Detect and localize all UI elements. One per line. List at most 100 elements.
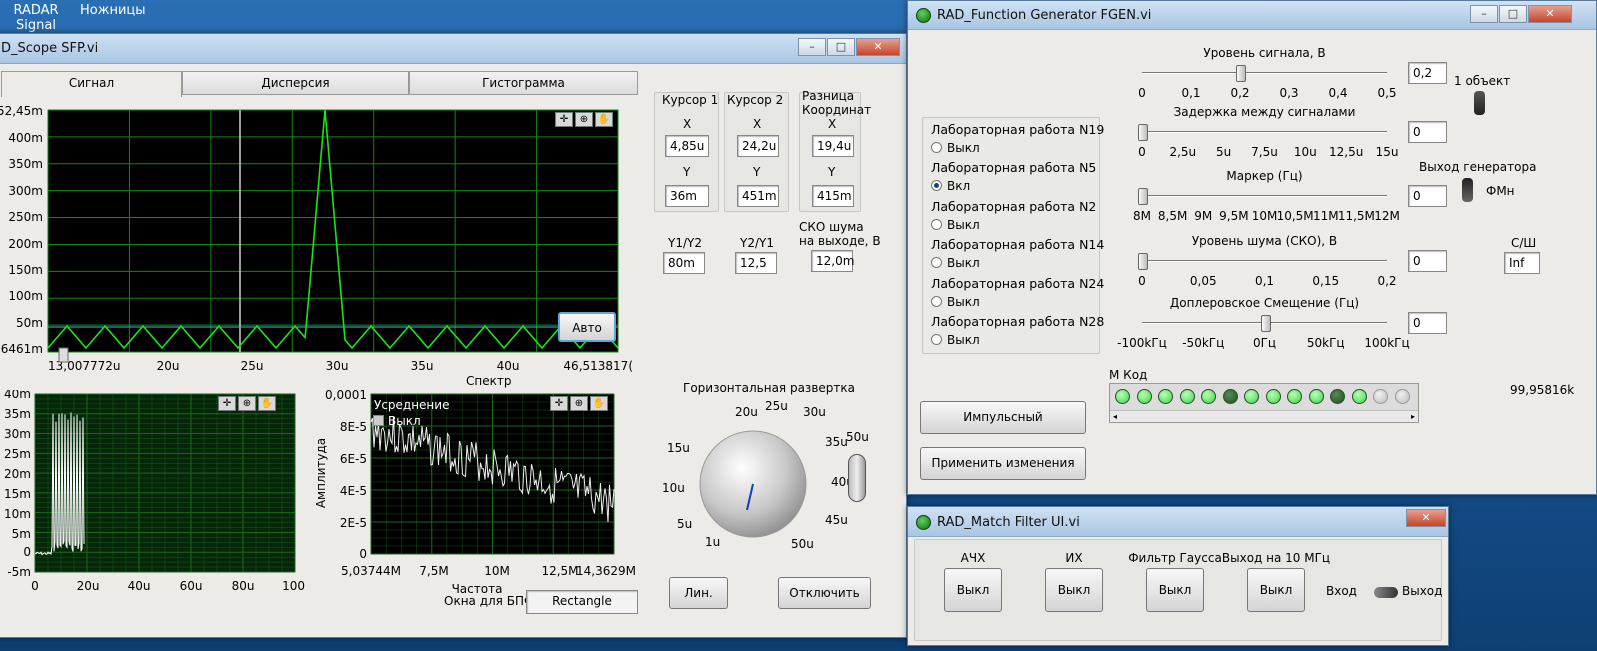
tab-signal[interactable]: Сигнал: [1, 71, 182, 97]
lab-item-radio[interactable]: [931, 218, 942, 230]
maximize-button[interactable]: □: [1499, 5, 1527, 23]
lab-item-label: Лабораторная работа N24: [931, 275, 1105, 291]
cursor2-title: Курсор 2: [727, 93, 784, 107]
y-tick: 0: [359, 547, 367, 561]
apply-changes-button[interactable]: Применить изменения: [920, 447, 1086, 480]
slider-thumb[interactable]: [1236, 65, 1246, 82]
mcode-led[interactable]: [1222, 389, 1238, 404]
hand-icon[interactable]: ✋: [590, 396, 608, 411]
mcode-led[interactable]: [1394, 389, 1410, 404]
mcode-scrollbar[interactable]: ◂ ▸: [1110, 410, 1418, 422]
y-tick: 10m: [4, 507, 31, 521]
close-button[interactable]: ✕: [1406, 509, 1446, 527]
mf-item-label: Выход на 10 МГц: [1221, 551, 1331, 565]
hand-icon[interactable]: ✋: [258, 396, 276, 411]
slider-value-input[interactable]: 0: [1408, 250, 1447, 272]
matchfilter-titlebar[interactable]: RAD_Match Filter UI.vi ✕: [908, 507, 1448, 537]
time-base-knob[interactable]: 20u 25u 30u 35u 40u 45u 50u 1u 5u 10u 15…: [655, 396, 855, 566]
scope-titlebar[interactable]: D_Scope SFP.vi – □ ✕: [0, 34, 906, 64]
slider-thumb[interactable]: [1138, 188, 1148, 205]
mcode-led[interactable]: [1308, 389, 1324, 404]
scope-title: D_Scope SFP.vi: [1, 41, 99, 56]
mcode-led[interactable]: [1158, 389, 1173, 404]
io-toggle[interactable]: [1374, 587, 1398, 598]
mcode-led[interactable]: [1115, 389, 1130, 404]
lab-item-radio[interactable]: [931, 142, 942, 153]
time-plot[interactable]: 40m 35m 30m 25m 20m 15m 10m 5m 0 -5m 0 2…: [0, 390, 313, 600]
one-object-toggle[interactable]: [1474, 91, 1485, 115]
mcode-led[interactable]: [1287, 389, 1302, 404]
mf-toggle-button[interactable]: Выкл: [944, 568, 1002, 612]
mf-toggle-button[interactable]: Выкл: [1146, 568, 1204, 612]
zoom-icon[interactable]: ⊕: [238, 396, 256, 411]
mcode-led[interactable]: [1330, 389, 1345, 404]
mcode-led[interactable]: [1244, 389, 1259, 404]
x-tick: 14,3629M: [576, 564, 636, 578]
tab-histogram[interactable]: Гистограмма: [409, 71, 638, 95]
lab-item-radio[interactable]: [931, 257, 942, 269]
mcode-led[interactable]: [1136, 389, 1152, 404]
slider-thumb[interactable]: [1260, 315, 1271, 332]
slider-value-input[interactable]: 0: [1408, 185, 1447, 207]
mcode-led[interactable]: [1265, 389, 1281, 404]
x-tick: 35u: [411, 359, 434, 373]
slider-track[interactable]: [1142, 260, 1387, 262]
averaging-checkbox[interactable]: [373, 415, 384, 426]
slider-value-input[interactable]: 0: [1408, 312, 1447, 334]
lin-button[interactable]: Лин.: [669, 577, 728, 609]
cursor-tool-icon[interactable]: ✛: [550, 396, 568, 411]
close-button[interactable]: ✕: [1528, 5, 1572, 23]
slider-thumb[interactable]: [1138, 124, 1148, 141]
disable-button[interactable]: Отключить: [778, 577, 871, 609]
mcode-array[interactable]: ◂ ▸: [1109, 383, 1419, 423]
slider-value-input[interactable]: 0,2: [1408, 62, 1447, 84]
mcode-led[interactable]: [1179, 389, 1195, 404]
fft-window-select[interactable]: Rectangle: [526, 590, 638, 614]
pulse-button[interactable]: Импульсный: [920, 401, 1086, 434]
cursor2-y-label: Y: [753, 165, 761, 179]
knob-tick: 30u: [803, 405, 826, 419]
y-tick: 50m: [16, 316, 43, 330]
cursor1-group: Курсор 1 X 4,85u Y 36m: [654, 92, 719, 212]
lab-item-radio[interactable]: [931, 295, 942, 307]
minimize-button[interactable]: –: [1470, 5, 1498, 23]
spectrum-plot[interactable]: Амплитуда 0,0001 8E-5 6E-5 4E-5 2E-5 0 5…: [303, 389, 638, 604]
maximize-button[interactable]: □: [827, 38, 855, 56]
desktop-item-radar-line1: RADAR: [13, 3, 59, 18]
gen-output-toggle[interactable]: [1462, 178, 1473, 202]
mcode-led[interactable]: [1373, 389, 1388, 404]
mf-item-label: ИХ: [1065, 551, 1083, 565]
y-tick: -5m: [7, 565, 31, 579]
slider-thumb[interactable]: [1138, 253, 1148, 270]
mf-toggle-button[interactable]: Выкл: [1045, 568, 1103, 612]
close-button[interactable]: ✕: [856, 38, 900, 56]
signal-plot[interactable]: 452,45m 400m 350m 300m 250m 200m 150m 10…: [0, 100, 633, 400]
hand-icon[interactable]: ✋: [595, 112, 613, 127]
mcode-led[interactable]: [1351, 389, 1367, 404]
knob-tick: 25u: [765, 399, 788, 413]
slider-track[interactable]: [1142, 72, 1387, 74]
slider-value-input[interactable]: 0: [1408, 121, 1447, 143]
slider-tick: 0: [1138, 86, 1146, 100]
fgen-titlebar[interactable]: RAD_Function Generator FGEN.vi – □ ✕: [908, 1, 1596, 30]
y-tick: 300m: [8, 184, 43, 198]
zoom-icon[interactable]: ⊕: [575, 112, 593, 127]
lab-item-radio[interactable]: [931, 180, 942, 192]
minimize-button[interactable]: –: [798, 38, 826, 56]
slider-track[interactable]: [1142, 131, 1387, 133]
slider-track[interactable]: [1142, 195, 1387, 197]
x-tick: 10M: [484, 564, 510, 578]
fgen-title: RAD_Function Generator FGEN.vi: [937, 8, 1152, 23]
cursor-tool-icon[interactable]: ✛: [218, 396, 236, 411]
auto-button[interactable]: Авто: [558, 312, 616, 342]
slider-label: Уровень шума (СКО), В: [1191, 234, 1338, 248]
mf-toggle-button[interactable]: Выкл: [1247, 568, 1305, 612]
mcode-led[interactable]: [1201, 389, 1216, 404]
tab-dispersion[interactable]: Дисперсия: [182, 71, 409, 95]
desktop-item-scissors[interactable]: Ножницы: [80, 3, 146, 18]
range-toggle[interactable]: [848, 454, 866, 502]
zoom-icon[interactable]: ⊕: [570, 396, 588, 411]
cursor1-x-value: 4,85u: [665, 135, 709, 157]
lab-item-radio[interactable]: [931, 334, 942, 345]
cursor-tool-icon[interactable]: ✛: [555, 112, 573, 127]
